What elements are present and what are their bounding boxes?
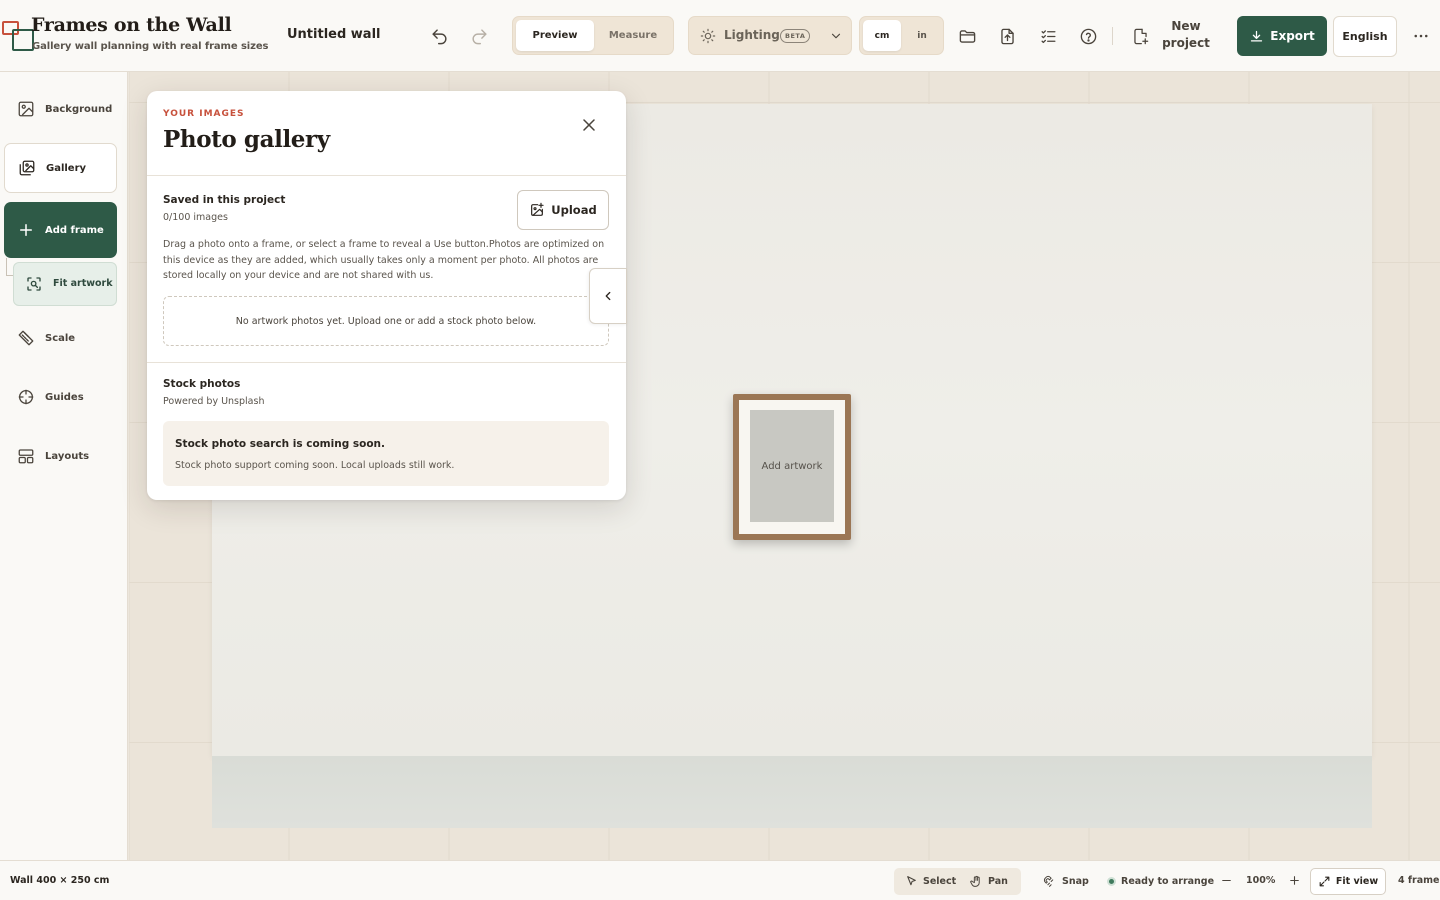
gallery-icon: [17, 158, 37, 178]
panel-title: Photo gallery: [163, 126, 330, 153]
export-label: Export: [1270, 29, 1315, 43]
sidebar-item-label: Scale: [45, 332, 76, 344]
chevron-down-icon: [831, 33, 841, 39]
download-icon: [1251, 30, 1263, 41]
saved-section-title: Saved in this project: [163, 194, 286, 206]
pan-tool-button[interactable]: Pan: [970, 868, 1008, 895]
left-sidebar: Background Gallery Add frame Fit artwork…: [0, 72, 128, 860]
expand-icon: [1319, 876, 1330, 887]
stock-section-title: Stock photos: [163, 378, 241, 390]
snap-label: Snap: [1062, 876, 1089, 887]
sidebar-item-scale[interactable]: Scale: [4, 313, 117, 363]
plus-icon: [16, 220, 36, 240]
zoom-level: 100%: [1246, 875, 1276, 886]
collapse-panel-button[interactable]: [589, 268, 627, 324]
logo-icon: [2, 21, 34, 53]
close-icon[interactable]: [579, 115, 599, 135]
notice-body: Stock photo support coming soon. Local u…: [175, 460, 455, 471]
photo-gallery-panel: YOUR IMAGES Photo gallery Saved in this …: [147, 91, 626, 500]
folder-icon[interactable]: [953, 22, 981, 50]
saved-count: 0/100 images: [163, 212, 228, 223]
frame-count: 4 frames: [1398, 875, 1440, 886]
sidebar-item-label: Guides: [45, 391, 84, 403]
app-title: Frames on the Wall: [31, 14, 232, 36]
ruler-icon: [16, 328, 36, 348]
status-dot: [1107, 877, 1116, 886]
sun-icon: [700, 28, 716, 44]
empty-state-text: No artwork photos yet. Upload one or add…: [235, 315, 537, 327]
beta-badge: BETA: [780, 29, 811, 43]
fit-artwork-button[interactable]: Fit artwork: [13, 262, 117, 306]
mode-preview-button[interactable]: Preview: [516, 20, 594, 51]
upload-label: Upload: [551, 203, 597, 217]
sidebar-item-label: Gallery: [46, 162, 87, 174]
image-add-icon: [531, 202, 544, 216]
layout-icon: [16, 446, 36, 466]
unit-in-button[interactable]: in: [902, 20, 942, 51]
new-file-icon[interactable]: [1126, 22, 1154, 50]
sidebar-item-label: Background: [45, 103, 113, 115]
photo-dropzone[interactable]: No artwork photos yet. Upload one or add…: [163, 296, 609, 346]
sidebar-item-gallery[interactable]: Gallery: [4, 143, 117, 193]
status-bar: Wall 400 × 250 cm Select Pan Snap Ready …: [0, 860, 1440, 900]
stock-powered-by: Powered by Unsplash: [163, 396, 265, 407]
image-icon: [16, 99, 36, 119]
zoom-out-icon[interactable]: [1218, 872, 1234, 888]
cursor-icon: [907, 876, 916, 886]
chevron-left-icon: [605, 291, 611, 301]
unit-toggle: cm in: [859, 16, 944, 55]
magnet-icon: [1043, 875, 1054, 887]
mode-toggle: Preview Measure: [512, 16, 674, 55]
stock-notice: Stock photo search is coming soon. Stock…: [163, 421, 609, 486]
more-icon[interactable]: [1407, 22, 1435, 50]
upload-button[interactable]: Upload: [517, 190, 609, 230]
checklist-icon[interactable]: [1034, 22, 1062, 50]
lighting-label: Lighting: [724, 28, 780, 42]
sidebar-item-guides[interactable]: Guides: [4, 372, 117, 422]
redo-icon[interactable]: [465, 22, 493, 50]
app-subtitle: Gallery wall planning with real frame si…: [32, 41, 269, 52]
file-upload-icon[interactable]: [993, 22, 1021, 50]
panel-eyebrow: YOUR IMAGES: [163, 109, 245, 119]
fit-view-label: Fit view: [1335, 876, 1379, 887]
tool-group: Select Pan: [894, 868, 1021, 895]
language-button[interactable]: English: [1333, 16, 1397, 57]
gallery-help-text: Drag a photo onto a frame, or select a f…: [163, 239, 605, 281]
fit-icon: [25, 275, 43, 293]
picture-frame[interactable]: Add artwork: [733, 394, 851, 540]
floor-strip: [212, 756, 1372, 828]
toolbar-divider: [1112, 27, 1113, 45]
mode-measure-button[interactable]: Measure: [595, 20, 671, 51]
crosshair-icon: [16, 387, 36, 407]
add-frame-button[interactable]: Add frame: [4, 202, 117, 258]
snap-toggle[interactable]: Snap: [1043, 868, 1089, 895]
status-indicator: Ready to arrange: [1107, 868, 1214, 895]
notice-title: Stock photo search is coming soon.: [175, 438, 386, 450]
lighting-dropdown[interactable]: Lighting BETA: [688, 16, 852, 55]
sidebar-item-layouts[interactable]: Layouts: [4, 431, 117, 481]
sidebar-item-background[interactable]: Background: [4, 84, 117, 134]
panel-divider: [147, 175, 626, 176]
panel-divider: [147, 362, 626, 363]
zoom-in-icon[interactable]: [1286, 872, 1302, 888]
sidebar-item-label: Fit artwork: [53, 278, 113, 289]
sidebar-item-label: Add frame: [45, 224, 104, 236]
wall-name[interactable]: Untitled wall: [287, 27, 381, 42]
export-button[interactable]: Export: [1237, 16, 1327, 56]
wall-size-readout: Wall 400 × 250 cm: [10, 875, 110, 886]
select-tool-button[interactable]: Select: [905, 868, 956, 895]
sidebar-item-label: Layouts: [45, 450, 90, 462]
undo-icon[interactable]: [425, 22, 453, 50]
new-project-button[interactable]: New project: [1160, 18, 1212, 52]
pan-label: Pan: [988, 876, 1008, 887]
top-toolbar: Frames on the Wall Gallery wall planning…: [0, 0, 1440, 72]
add-artwork-placeholder[interactable]: Add artwork: [750, 410, 834, 522]
select-label: Select: [923, 876, 957, 887]
status-text: Ready to arrange: [1121, 876, 1215, 887]
fit-view-button[interactable]: Fit view: [1310, 868, 1386, 895]
hand-icon: [970, 875, 980, 887]
help-icon[interactable]: [1074, 22, 1102, 50]
unit-cm-button[interactable]: cm: [863, 20, 901, 51]
